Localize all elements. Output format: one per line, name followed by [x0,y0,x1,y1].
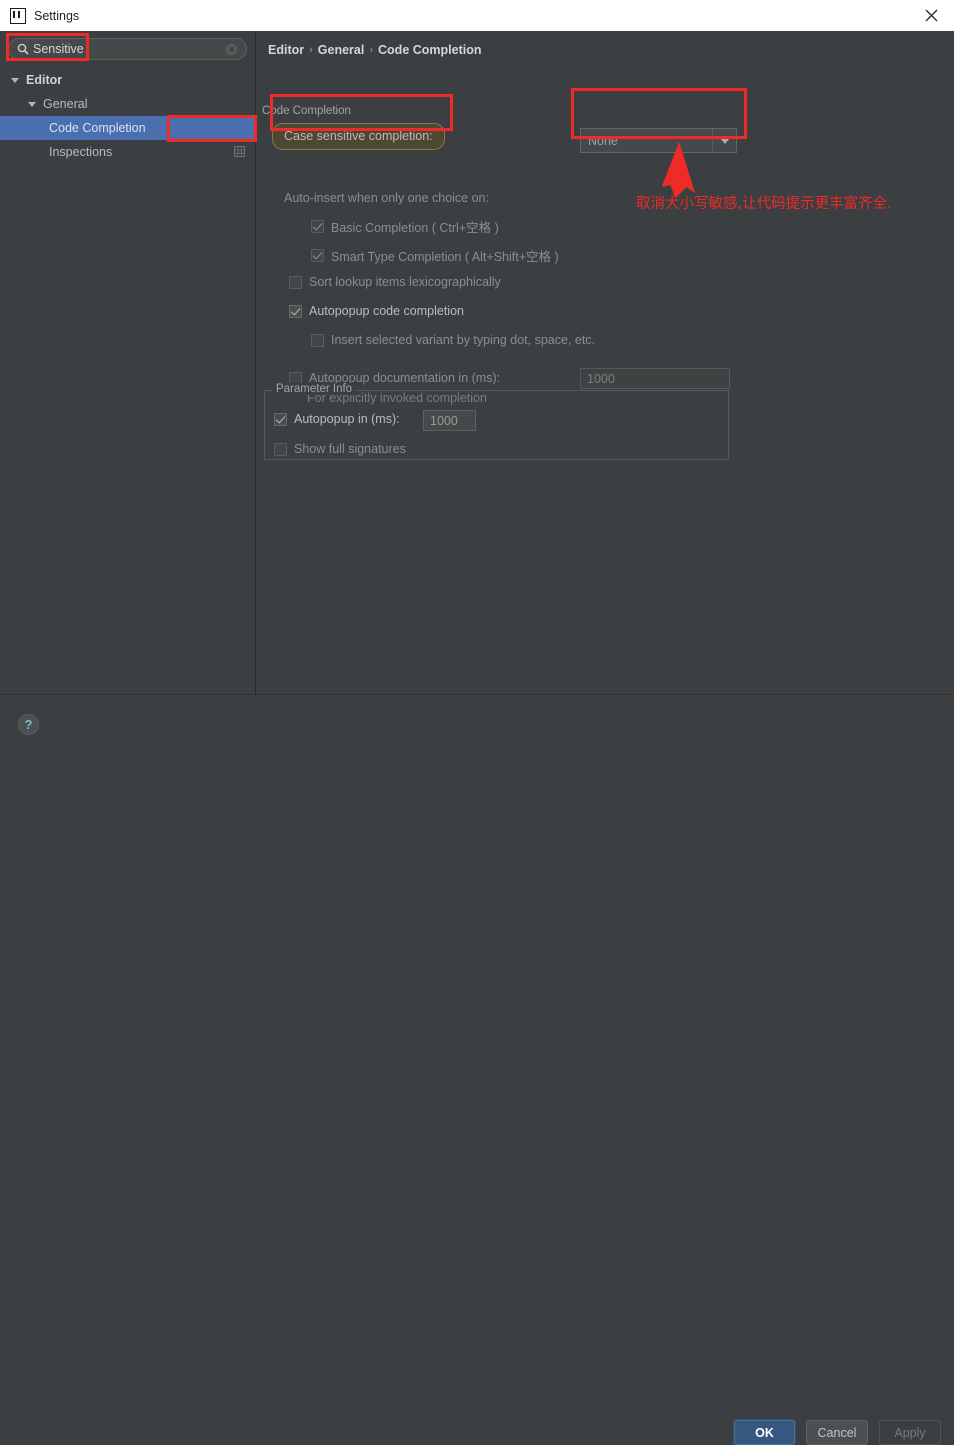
window-title: Settings [34,9,79,23]
parameter-autopopup-input[interactable]: 1000 [423,410,476,431]
title-bar-left: Settings [0,8,79,24]
insert-selected-variant-row[interactable]: Insert selected variant by typing dot, s… [311,333,595,347]
basic-completion-checkbox[interactable] [311,220,324,233]
smart-type-completion-checkbox[interactable] [311,249,324,262]
group-label-parameter-info: Parameter Info [272,383,356,395]
search-input-value: Sensitive [33,43,225,56]
search-input[interactable]: Sensitive [8,38,247,60]
help-icon[interactable]: ? [18,714,39,735]
sidebar-item-editor[interactable]: Editor [0,68,255,92]
settings-sidebar: Sensitive Editor General Code Completion [0,31,256,695]
parameter-autopopup-value: 1000 [430,414,458,428]
parameter-autopopup-label: Autopopup in (ms): [294,412,400,426]
sidebar-item-label: Code Completion [49,121,146,135]
dialog-footer: ? OK Cancel Apply [0,694,954,761]
annotation-note-text: 取消大小写敏感,让代码提示更丰富齐全. [636,192,892,213]
breadcrumb-item-code-completion: Code Completion [378,43,481,57]
autopopup-documentation-value: 1000 [587,372,615,386]
cancel-button[interactable]: Cancel [806,1420,868,1445]
help-label: ? [25,717,33,732]
parameter-autopopup-checkbox[interactable] [274,413,287,426]
case-sensitive-completion-label: Case sensitive completion: [284,129,433,143]
parameter-autopopup-row[interactable]: Autopopup in (ms): [274,412,400,426]
autopopup-documentation-input[interactable]: 1000 [580,368,730,389]
chevron-down-icon[interactable] [10,75,21,86]
breadcrumb-separator: › [369,44,373,56]
intellij-idea-logo-icon [10,8,26,24]
insert-selected-variant-checkbox[interactable] [311,334,324,347]
ok-button[interactable]: OK [734,1420,795,1445]
chevron-down-icon[interactable] [27,99,38,110]
settings-content: Editor › General › Code Completion Code … [256,31,954,695]
apply-button-label: Apply [894,1426,925,1440]
autopopup-code-completion-label: Autopopup code completion [309,304,464,318]
breadcrumb-item-general[interactable]: General [318,43,365,57]
chevron-down-icon[interactable] [712,129,736,152]
table-grid-icon [234,146,245,157]
breadcrumb: Editor › General › Code Completion [256,31,954,57]
autopopup-code-completion-checkbox[interactable] [289,305,302,318]
close-icon[interactable] [909,0,954,31]
smart-type-completion-row[interactable]: Smart Type Completion ( Alt+Shift+空格 ) [311,246,559,265]
case-sensitive-completion-label-highlight: Case sensitive completion: [272,123,445,150]
show-full-signatures-checkbox[interactable] [274,443,287,456]
apply-button: Apply [879,1420,941,1445]
dialog-body: Sensitive Editor General Code Completion [0,31,954,695]
title-bar: Settings [0,0,954,32]
search-icon [17,43,29,55]
autopopup-code-completion-row[interactable]: Autopopup code completion [289,304,464,318]
show-full-signatures-row[interactable]: Show full signatures [274,442,406,456]
sidebar-item-inspections[interactable]: Inspections [0,140,255,164]
settings-tree: Editor General Code Completion Inspectio… [0,66,255,695]
group-label-code-completion: Code Completion [262,105,351,117]
clear-circle-icon[interactable] [225,43,238,56]
case-sensitive-completion-value: None [581,134,712,148]
sidebar-item-label: Editor [26,73,62,87]
basic-completion-label: Basic Completion ( Ctrl+空格 ) [331,217,499,236]
cancel-button-label: Cancel [818,1426,857,1440]
sidebar-item-label: Inspections [49,145,112,159]
sort-lookup-items-row[interactable]: Sort lookup items lexicographically [289,275,501,289]
sort-lookup-items-checkbox[interactable] [289,276,302,289]
breadcrumb-item-editor[interactable]: Editor [268,43,304,57]
sidebar-item-label: General [43,97,87,111]
show-full-signatures-label: Show full signatures [294,442,406,456]
case-sensitive-completion-dropdown[interactable]: None [580,128,737,153]
breadcrumb-separator: › [309,44,313,56]
basic-completion-row[interactable]: Basic Completion ( Ctrl+空格 ) [311,217,499,236]
sidebar-item-general[interactable]: General [0,92,255,116]
smart-type-completion-label: Smart Type Completion ( Alt+Shift+空格 ) [331,246,559,265]
auto-insert-label: Auto-insert when only one choice on: [284,191,489,205]
search-container: Sensitive [0,31,255,66]
sidebar-item-code-completion[interactable]: Code Completion [0,116,255,140]
auto-insert-label-row: Auto-insert when only one choice on: [284,191,489,205]
insert-selected-variant-label: Insert selected variant by typing dot, s… [331,333,595,347]
sort-lookup-items-label: Sort lookup items lexicographically [309,275,501,289]
ok-button-label: OK [755,1426,774,1440]
